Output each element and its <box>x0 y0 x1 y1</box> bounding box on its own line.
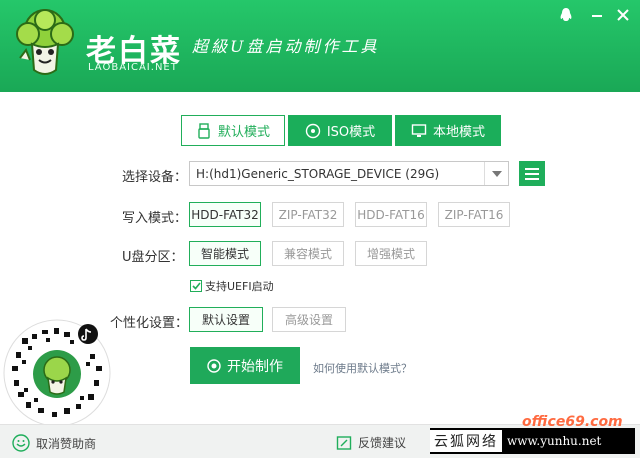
chevron-down-icon <box>491 170 502 177</box>
cabbage-mascot-logo <box>16 9 74 75</box>
watermark-banner: 云狐网络 www.yunhu.net <box>430 428 635 454</box>
hamburger-icon <box>525 167 539 180</box>
watermark-cn: 云狐网络 <box>430 430 502 452</box>
write-mode-zip-fat16[interactable]: ZIP-FAT16 <box>438 202 510 227</box>
partition-smart-mode[interactable]: 智能模式 <box>189 241 261 266</box>
uefi-option[interactable]: 支持UEFI启动 <box>190 278 274 294</box>
tab-local-mode[interactable]: 本地模式 <box>395 115 501 146</box>
monitor-icon <box>411 123 427 137</box>
device-value: H:(hd1)Generic_STORAGE_DEVICE (29G) <box>196 166 440 181</box>
tab-label: 默认模式 <box>217 125 270 140</box>
personalize-advanced[interactable]: 高级设置 <box>272 307 346 332</box>
start-button-label: 开始制作 <box>227 358 283 375</box>
personalize-default[interactable]: 默认设置 <box>189 307 263 332</box>
write-mode-label: 写入模式： <box>122 211 188 226</box>
uefi-label: 支持UEFI启动 <box>205 280 274 293</box>
qq-icon <box>560 8 572 21</box>
watermark-url: www.yunhu.net <box>507 434 602 448</box>
feedback-icon <box>336 435 352 450</box>
mode-tabs: 默认模式 ISO模式 本地模式 <box>181 115 501 146</box>
feedback-label: 反馈建议 <box>358 436 407 450</box>
start-button[interactable]: 开始制作 <box>190 347 300 384</box>
slogan: 超級U盘启动制作工具 <box>192 37 380 56</box>
uefi-checkbox[interactable] <box>190 280 202 292</box>
feedback-link[interactable]: 反馈建议 <box>336 434 406 451</box>
device-label: 选择设备： <box>122 170 188 185</box>
close-icon <box>617 9 629 21</box>
close-button[interactable] <box>612 4 634 26</box>
write-mode-hdd-fat32[interactable]: HDD-FAT32 <box>189 202 261 227</box>
qr-code-image <box>3 319 111 427</box>
partition-label: U盘分区： <box>122 250 184 265</box>
cancel-sponsor-label: 取消赞助商 <box>36 436 97 451</box>
cancel-sponsor-link[interactable]: 取消赞助商 <box>12 434 96 452</box>
record-icon <box>207 358 221 373</box>
brand-website: LAOBAICAI.NET <box>88 62 178 73</box>
partition-enhanced-mode[interactable]: 增强模式 <box>355 241 427 266</box>
check-icon <box>191 282 201 290</box>
personalize-label: 个性化设置： <box>110 316 189 331</box>
partition-compatible-mode[interactable]: 兼容模式 <box>272 241 344 266</box>
minimize-icon <box>592 15 602 17</box>
disc-icon <box>305 123 321 138</box>
sponsor-icon <box>12 434 30 452</box>
write-mode-zip-fat32[interactable]: ZIP-FAT32 <box>272 202 344 227</box>
tab-label: 本地模式 <box>432 125 485 140</box>
dropdown-arrow[interactable] <box>484 162 508 185</box>
device-menu-button[interactable] <box>519 161 545 186</box>
title-bar: 老白菜 LAOBAICAI.NET 超級U盘启动制作工具 <box>0 0 640 92</box>
tab-label: ISO模式 <box>326 125 376 140</box>
minimize-button[interactable] <box>586 4 608 26</box>
usb-icon <box>198 122 210 139</box>
write-mode-hdd-fat16[interactable]: HDD-FAT16 <box>355 202 427 227</box>
device-select[interactable]: H:(hd1)Generic_STORAGE_DEVICE (29G) <box>189 161 509 186</box>
tab-default-mode[interactable]: 默认模式 <box>181 115 285 146</box>
tab-iso-mode[interactable]: ISO模式 <box>288 115 392 146</box>
help-link[interactable]: 如何使用默认模式？ <box>313 360 412 376</box>
qq-button[interactable] <box>555 4 577 26</box>
